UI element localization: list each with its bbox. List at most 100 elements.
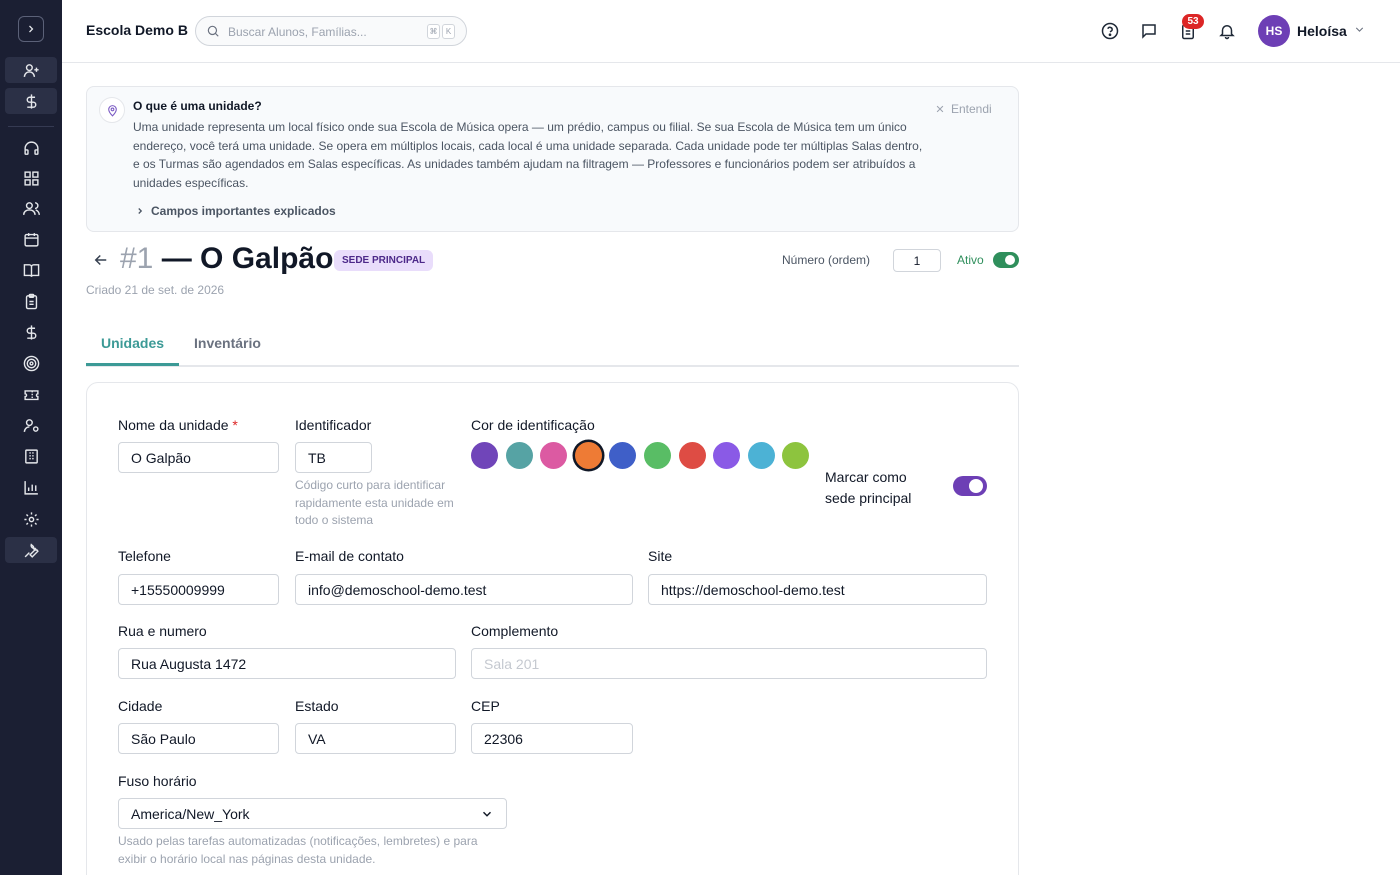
back-button[interactable] bbox=[92, 251, 110, 274]
banner-title: O que é uma unidade? bbox=[133, 99, 262, 113]
sidebar-item-add-student[interactable] bbox=[5, 57, 57, 83]
sidebar-item-settings[interactable] bbox=[5, 506, 57, 532]
sidebar-item-billing[interactable] bbox=[5, 88, 57, 114]
created-date: Criado 21 de set. de 2026 bbox=[86, 283, 225, 297]
timezone-label: Fuso horário bbox=[118, 773, 197, 789]
active-toggle[interactable] bbox=[993, 252, 1019, 268]
unit-name-input[interactable] bbox=[118, 442, 279, 473]
book-icon bbox=[23, 263, 39, 277]
wrench-icon bbox=[24, 542, 39, 558]
site-input[interactable] bbox=[648, 574, 987, 605]
tab-units[interactable]: Unidades bbox=[101, 335, 164, 351]
user-name[interactable]: Heloísa bbox=[1297, 23, 1347, 39]
sidebar-item-tickets[interactable] bbox=[5, 381, 57, 407]
expand-label: Campos importantes explicados bbox=[151, 204, 336, 218]
dollar-icon bbox=[26, 324, 36, 340]
calendar-icon bbox=[23, 232, 39, 247]
color-swatch[interactable] bbox=[644, 442, 671, 469]
email-input[interactable] bbox=[295, 574, 633, 605]
color-swatch[interactable] bbox=[471, 442, 498, 469]
code-input[interactable] bbox=[295, 442, 372, 473]
dollar-icon bbox=[26, 93, 36, 109]
state-input[interactable] bbox=[295, 723, 456, 754]
sidebar-item-lessons[interactable] bbox=[5, 257, 57, 283]
page-title: #1 — O Galpão bbox=[120, 242, 333, 276]
sidebar-item-reports[interactable] bbox=[5, 474, 57, 500]
close-icon bbox=[936, 105, 944, 113]
search-icon bbox=[206, 24, 220, 43]
order-label: Número (ordem) bbox=[782, 253, 871, 267]
help-icon bbox=[1101, 22, 1119, 40]
avatar[interactable]: HS bbox=[1258, 15, 1290, 47]
sidebar-item-tools[interactable] bbox=[5, 537, 57, 563]
color-swatch[interactable] bbox=[747, 442, 775, 469]
complement-label: Complemento bbox=[471, 623, 559, 639]
email-label: E-mail de contato bbox=[295, 548, 404, 564]
order-input[interactable] bbox=[893, 249, 941, 272]
zip-label: CEP bbox=[471, 698, 500, 714]
timezone-value: America/New_York bbox=[131, 806, 250, 822]
shortcut-key-cmd: ⌘ bbox=[427, 24, 440, 39]
sidebar-item-people[interactable] bbox=[5, 195, 57, 221]
sidebar-item-locations[interactable] bbox=[5, 443, 57, 469]
chevron-down-icon bbox=[480, 807, 494, 826]
school-name[interactable]: Escola Demo B bbox=[86, 22, 188, 38]
building-icon bbox=[24, 448, 38, 464]
sidebar-item-support[interactable] bbox=[5, 135, 57, 161]
dashboard-icon bbox=[23, 170, 39, 186]
timezone-select[interactable]: America/New_York bbox=[118, 798, 507, 829]
sidebar bbox=[0, 0, 62, 875]
unit-name-label: Nome da unidade * bbox=[118, 417, 238, 433]
toggle-knob bbox=[1005, 255, 1015, 265]
dismiss-button[interactable]: Entendi bbox=[935, 102, 992, 116]
color-swatch[interactable] bbox=[574, 442, 602, 469]
chart-icon bbox=[23, 480, 38, 495]
main-location-toggle[interactable] bbox=[953, 476, 987, 496]
shortcut-key-k: K bbox=[442, 24, 455, 39]
expand-fields-toggle[interactable]: Campos importantes explicados bbox=[135, 204, 336, 218]
zip-input[interactable] bbox=[471, 723, 633, 754]
code-help-text: Código curto para identificar rapidament… bbox=[295, 478, 454, 527]
sidebar-item-staff[interactable] bbox=[5, 412, 57, 438]
chevron-down-icon[interactable] bbox=[1353, 23, 1366, 41]
info-banner: O que é uma unidade? Uma unidade represe… bbox=[86, 86, 1019, 232]
sidebar-item-dashboard[interactable] bbox=[5, 165, 57, 191]
main-location-label: Marcar como sede principal bbox=[825, 469, 912, 506]
user-cog-icon bbox=[23, 418, 39, 432]
color-swatch[interactable] bbox=[713, 442, 741, 469]
notification-count-badge: 53 bbox=[1182, 14, 1204, 29]
code-label: Identificador bbox=[295, 417, 372, 433]
users-icon bbox=[22, 201, 40, 215]
notifications-button[interactable] bbox=[1216, 20, 1238, 42]
city-input[interactable] bbox=[118, 723, 279, 754]
main-location-badge: SEDE PRINCIPAL bbox=[334, 250, 434, 271]
sidebar-item-goals[interactable] bbox=[5, 350, 57, 376]
state-label: Estado bbox=[295, 698, 339, 714]
color-swatch[interactable] bbox=[505, 442, 533, 469]
phone-input[interactable] bbox=[118, 574, 279, 605]
dismiss-label: Entendi bbox=[951, 102, 992, 116]
search-input[interactable] bbox=[228, 22, 418, 42]
unit-number: #1 bbox=[120, 242, 154, 275]
tab-bar: Unidades Inventário bbox=[86, 324, 1019, 367]
color-swatch[interactable] bbox=[540, 442, 568, 469]
site-label: Site bbox=[648, 548, 673, 564]
topbar: Escola Demo B ⌘ K 53 HS Heloísa bbox=[62, 0, 1400, 63]
messages-button[interactable] bbox=[1138, 20, 1160, 42]
city-label: Cidade bbox=[118, 698, 163, 714]
street-input[interactable] bbox=[118, 648, 456, 679]
search-box[interactable]: ⌘ K bbox=[195, 16, 467, 46]
target-icon bbox=[23, 355, 39, 371]
complement-input[interactable] bbox=[471, 648, 987, 679]
sidebar-item-calendar[interactable] bbox=[5, 226, 57, 252]
help-button[interactable] bbox=[1099, 20, 1121, 42]
unit-title-text: — O Galpão bbox=[161, 242, 334, 275]
location-pin-icon bbox=[99, 97, 125, 123]
bell-icon bbox=[1219, 25, 1235, 40]
sidebar-toggle-button[interactable] bbox=[18, 16, 44, 42]
street-label: Rua e numero bbox=[118, 623, 207, 639]
tab-inventory[interactable]: Inventário bbox=[194, 335, 261, 351]
sidebar-item-tasks[interactable] bbox=[5, 288, 57, 314]
color-swatch[interactable] bbox=[678, 442, 706, 469]
sidebar-item-finance[interactable] bbox=[5, 319, 57, 345]
